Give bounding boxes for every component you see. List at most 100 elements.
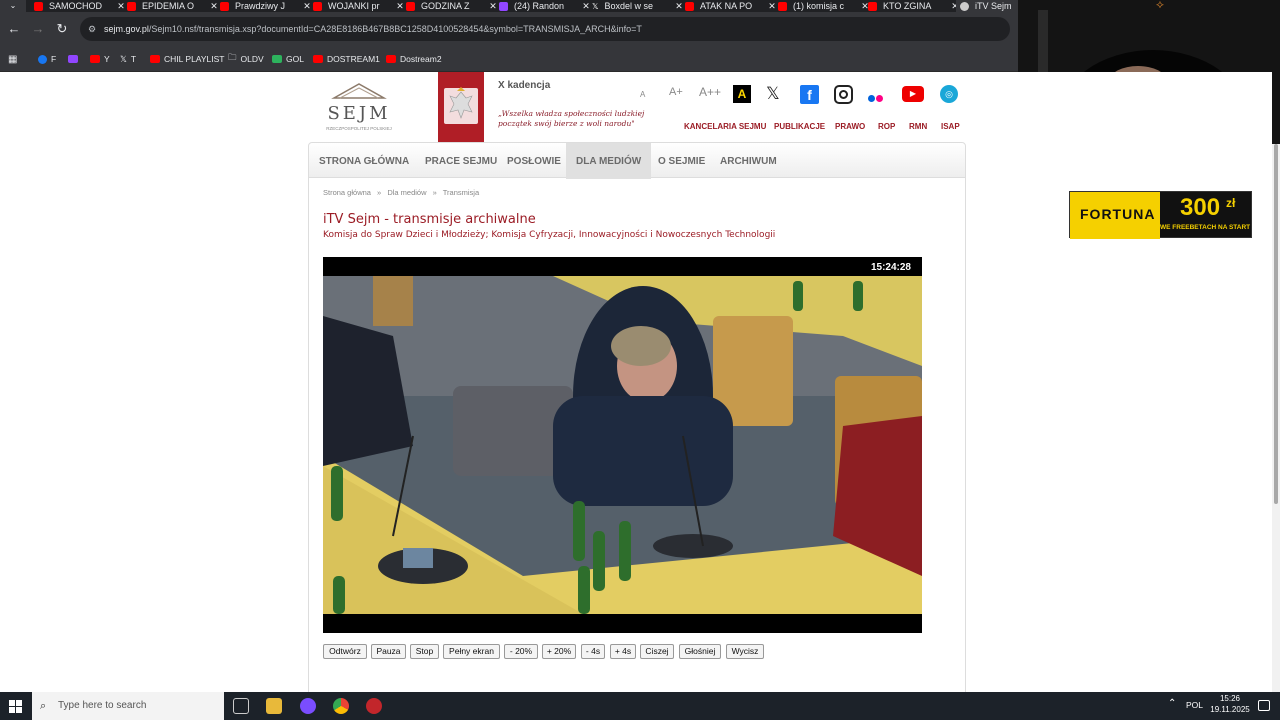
flickr-social-icon[interactable] xyxy=(868,89,886,102)
accessibility-icon[interactable]: ◎ xyxy=(940,85,958,103)
menu-item-dla-mediow[interactable]: DLA MEDIÓW xyxy=(566,143,652,179)
youtube-favicon-icon xyxy=(406,1,415,11)
close-tab-icon[interactable]: ✕ xyxy=(208,1,220,12)
browser-tab[interactable]: GODZINA Z ✕ xyxy=(406,0,499,12)
facebook-social-icon[interactable]: f xyxy=(800,85,819,104)
volume-up-button[interactable]: Głośniej xyxy=(679,644,721,659)
font-size-large-button[interactable]: A++ xyxy=(699,85,721,99)
play-button[interactable]: Odtwórz xyxy=(323,644,367,659)
fortuna-ad-banner[interactable]: FORTUNA 300 zł WE FREEBETACH NA START xyxy=(1069,191,1252,239)
top-link-rop[interactable]: ROP xyxy=(878,122,895,131)
clock[interactable]: 15:26 19.11.2025 xyxy=(1209,694,1251,714)
menu-item-archiwum[interactable]: ARCHIWUM xyxy=(720,143,777,179)
address-bar[interactable]: ⚙ sejm.gov.pl/Sejm10.nsf/transmisja.xsp?… xyxy=(80,17,1010,41)
chrome-icon[interactable] xyxy=(333,698,349,714)
close-tab-icon[interactable]: ✕ xyxy=(115,1,127,12)
browser-tab[interactable]: KTO ZGINA ✕ xyxy=(868,0,961,12)
taskbar-search-box[interactable]: ⌕ Type here to search xyxy=(32,692,224,720)
facebook-icon xyxy=(38,54,47,64)
notifications-icon[interactable] xyxy=(1258,700,1270,711)
stop-button[interactable]: Stop xyxy=(410,644,439,659)
bookmark-item[interactable]: F xyxy=(38,52,56,66)
close-tab-icon[interactable]: ✕ xyxy=(394,1,406,12)
speed-up-button[interactable]: + 20% xyxy=(542,644,576,659)
browser-tab[interactable]: Prawdziwy J ✕ xyxy=(220,0,313,12)
bookmark-item[interactable] xyxy=(68,52,82,66)
menu-item-poslowie[interactable]: POSŁOWIE xyxy=(507,143,561,179)
top-link-isap[interactable]: ISAP xyxy=(941,122,960,131)
back-arrow-icon[interactable]: ← xyxy=(6,21,22,37)
browser-tab[interactable]: WOJANKI pr ✕ xyxy=(313,0,406,12)
video-frame[interactable] xyxy=(323,276,922,614)
file-explorer-icon[interactable] xyxy=(266,698,282,714)
reload-icon[interactable]: ↻ xyxy=(54,21,70,37)
close-tab-icon[interactable]: ✕ xyxy=(766,1,778,12)
menu-item-o-sejmie[interactable]: O SEJMIE xyxy=(658,143,705,179)
forward-4s-button[interactable]: + 4s xyxy=(610,644,636,659)
top-link-publikacje[interactable]: PUBLIKACJE xyxy=(774,122,825,131)
page-scrollbar[interactable] xyxy=(1272,144,1280,692)
breadcrumb: Strona główna » Dla mediów » Transmisja xyxy=(323,188,479,197)
apps-grid-icon[interactable]: ▦ xyxy=(8,52,17,66)
bookmark-item[interactable]: Y xyxy=(90,52,110,66)
pause-button[interactable]: Pauza xyxy=(371,644,406,659)
scrollbar-thumb[interactable] xyxy=(1274,144,1278,504)
language-indicator[interactable]: POL xyxy=(1186,700,1203,710)
breadcrumb-current: Transmisja xyxy=(442,188,480,197)
forward-arrow-icon[interactable]: → xyxy=(30,21,46,37)
top-link-prawo[interactable]: PRAWO xyxy=(835,122,865,131)
browser-tab[interactable]: ATAK NA PO ✕ xyxy=(685,0,778,12)
bookmark-item[interactable]: GOL xyxy=(272,52,304,66)
menu-item-prace-sejmu[interactable]: PRACE SEJMU xyxy=(425,143,497,179)
instagram-social-icon[interactable] xyxy=(834,85,853,104)
windows-start-icon[interactable] xyxy=(9,700,22,713)
twitch-icon xyxy=(68,55,78,63)
rewind-4s-button[interactable]: - 4s xyxy=(581,644,605,659)
bookmark-item[interactable]: Dostream2 xyxy=(386,52,442,66)
high-contrast-icon[interactable]: A xyxy=(733,85,751,103)
browser-tab[interactable]: EPIDEMIA O ✕ xyxy=(127,0,220,12)
bookmark-item[interactable]: 🗀 OLDV xyxy=(228,52,264,66)
menu-item-strona-glowna[interactable]: STRONA GŁÓWNA xyxy=(319,143,409,179)
font-size-medium-button[interactable]: A+ xyxy=(669,86,683,98)
bookmark-item[interactable]: 𝕏T xyxy=(120,52,136,66)
x-social-icon[interactable]: 𝕏 xyxy=(766,84,780,104)
web-page: SEJM RZECZPOSPOLITEJ POLSKIEJ X kadencja… xyxy=(0,72,1272,692)
mute-button[interactable]: Wycisz xyxy=(726,644,764,659)
close-tab-icon[interactable]: ✕ xyxy=(487,1,499,12)
top-link-kancelaria[interactable]: KANCELARIA SEJMU xyxy=(684,122,766,131)
sejm-logo[interactable]: SEJM RZECZPOSPOLITEJ POLSKIEJ xyxy=(326,80,392,136)
browser-tab[interactable]: SAMOCHOD ✕ xyxy=(34,0,127,12)
bookmark-item[interactable]: DOSTREAM1 xyxy=(313,52,380,66)
obs-icon[interactable] xyxy=(366,698,382,714)
video-player[interactable]: 15:24:28 xyxy=(323,257,922,633)
browser-tab[interactable]: (1) komisja c ✕ xyxy=(778,0,871,12)
browser-tab-active[interactable]: iTV Sejm xyxy=(956,0,1018,12)
volume-down-button[interactable]: Ciszej xyxy=(640,644,674,659)
svg-text:⟡: ⟡ xyxy=(1156,0,1164,11)
close-tab-icon[interactable]: ✕ xyxy=(673,1,685,12)
close-tab-icon[interactable]: ✕ xyxy=(301,1,313,12)
browser-tab[interactable]: 𝕏 Boxdel w se ✕ xyxy=(592,0,685,12)
tab-search-button[interactable]: ⌄ xyxy=(0,0,26,12)
speed-down-button[interactable]: - 20% xyxy=(504,644,538,659)
bookmark-item[interactable]: CHIL PLAYLIST xyxy=(150,52,224,66)
task-view-icon[interactable] xyxy=(233,698,249,714)
bookmarks-bar: ▦ F Y 𝕏T CHIL PLAYLIST 🗀 OLDV GOL DOSTREA… xyxy=(0,46,1018,72)
app-icon[interactable] xyxy=(300,698,316,714)
breadcrumb-link[interactable]: Strona główna xyxy=(323,188,371,197)
ad-tagline: WE FREEBETACH NA START xyxy=(1160,224,1251,231)
youtube-favicon-icon xyxy=(868,1,877,11)
sejm-favicon-icon xyxy=(960,1,969,11)
youtube-social-icon[interactable]: ▶ xyxy=(902,86,924,102)
gol-icon xyxy=(272,55,282,63)
top-link-rmn[interactable]: RMN xyxy=(909,122,927,131)
close-tab-icon[interactable]: ✕ xyxy=(580,1,592,12)
tray-chevron-icon[interactable]: ⌃ xyxy=(1168,698,1176,709)
page-title: iTV Sejm - transmisje archiwalne xyxy=(323,212,536,227)
site-info-icon[interactable]: ⚙ xyxy=(88,17,96,41)
font-size-small-button[interactable]: A xyxy=(640,90,645,99)
fullscreen-button[interactable]: Pełny ekran xyxy=(443,644,500,659)
browser-tab[interactable]: (24) Randon ✕ xyxy=(499,0,592,12)
breadcrumb-link[interactable]: Dla mediów xyxy=(387,188,426,197)
